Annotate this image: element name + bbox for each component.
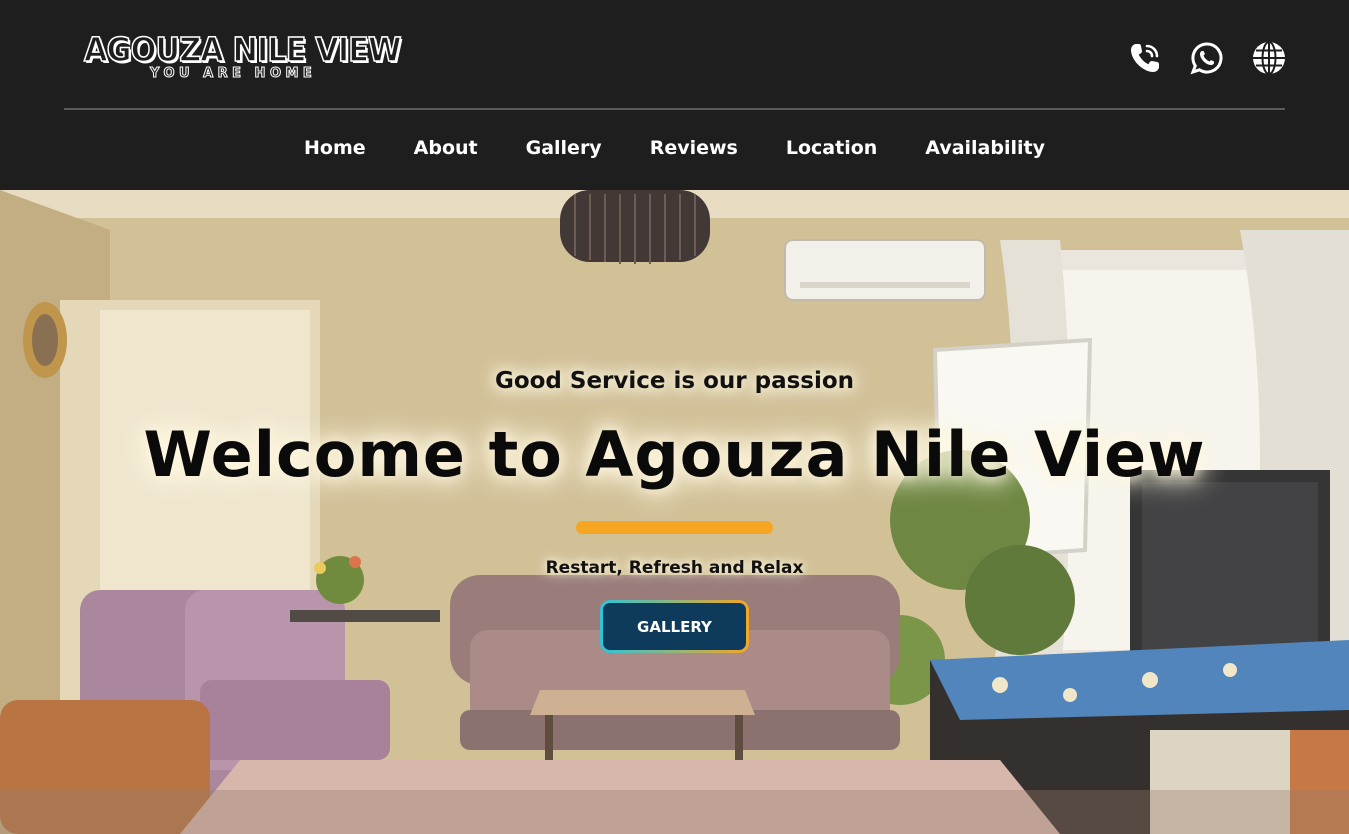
header-divider: [64, 108, 1285, 110]
nav-home[interactable]: Home: [304, 137, 366, 159]
logo-title: AGOUZA NILE VIEW: [83, 30, 402, 69]
nav-about[interactable]: About: [414, 137, 478, 159]
nav-gallery[interactable]: Gallery: [526, 137, 602, 159]
hero-tagline: Good Service is our passion: [494, 368, 855, 394]
globe-icon[interactable]: [1251, 40, 1287, 76]
logo-subtitle: YOU ARE HOME: [150, 66, 317, 82]
nav-reviews[interactable]: Reviews: [650, 137, 738, 159]
site-logo[interactable]: AGOUZA NILE VIEW YOU ARE HOME: [83, 30, 402, 84]
main-nav: Home About Gallery Reviews Location Avai…: [0, 128, 1349, 168]
hero-section: Good Service is our passion Welcome to A…: [0, 190, 1349, 834]
nav-location[interactable]: Location: [786, 137, 877, 159]
nav-availability[interactable]: Availability: [925, 137, 1045, 159]
accent-bar: [576, 521, 773, 534]
hero-headline: Welcome to Agouza Nile View: [143, 418, 1206, 491]
hero-subline: Restart, Refresh and Relax: [545, 558, 804, 578]
site-header: AGOUZA NILE VIEW YOU ARE HOME Home About…: [0, 0, 1349, 190]
phone-icon[interactable]: [1127, 40, 1163, 76]
gallery-button[interactable]: GALLERY: [600, 600, 749, 653]
hero-background-image: [0, 190, 1349, 834]
header-icons: [1127, 40, 1287, 76]
whatsapp-icon[interactable]: [1189, 40, 1225, 76]
